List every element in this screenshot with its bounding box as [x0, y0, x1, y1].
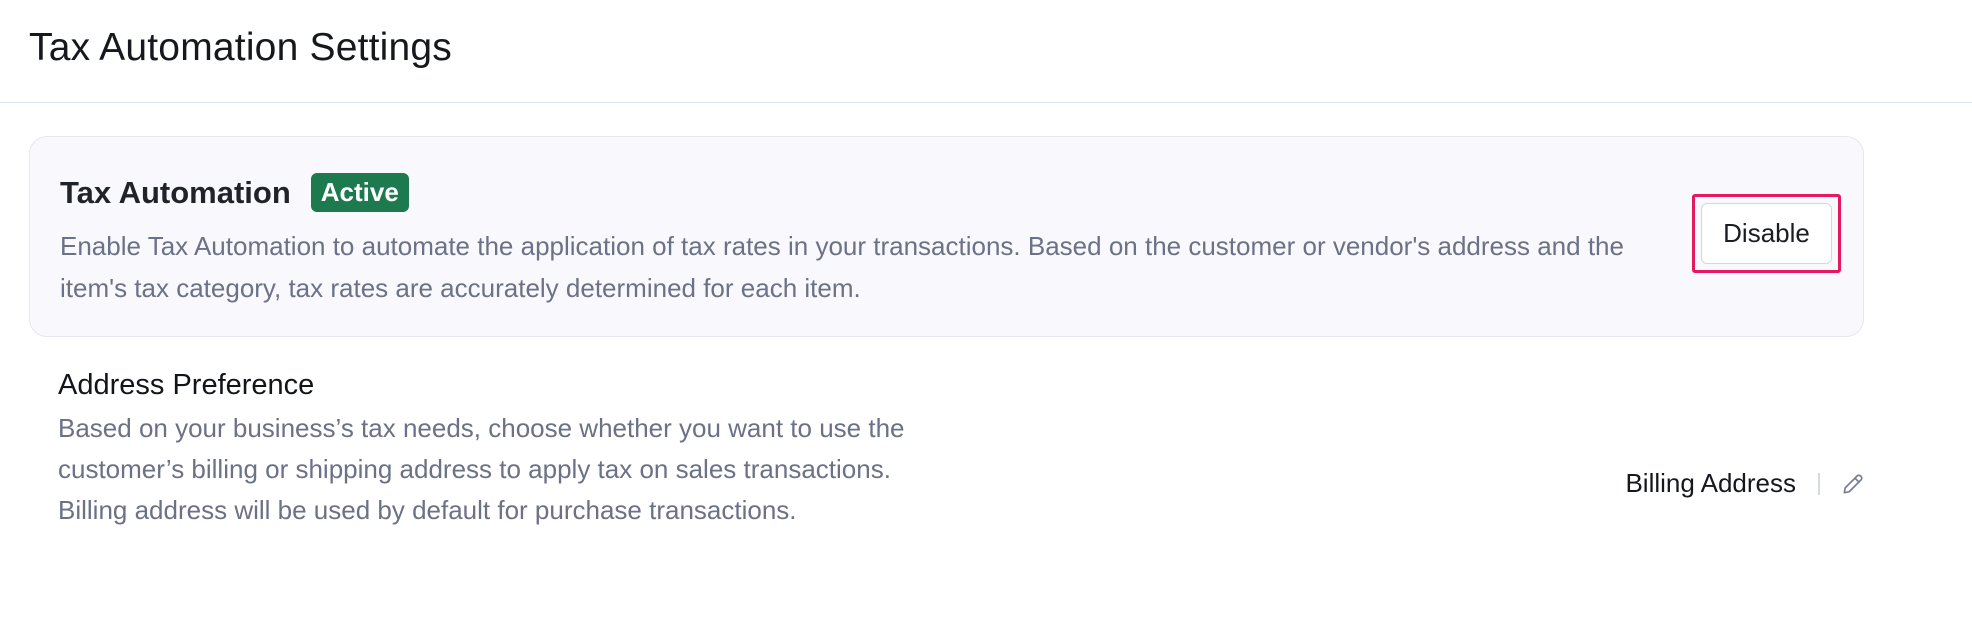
tax-automation-settings-page: Tax Automation Settings Tax Automation A… [0, 0, 1972, 644]
address-preference-description: Based on your business’s tax needs, choo… [58, 413, 905, 525]
pencil-icon[interactable] [1840, 471, 1866, 497]
address-preference-value: Billing Address [1625, 468, 1796, 498]
status-badge: Active [310, 173, 409, 212]
address-preference-title: Address Preference [58, 369, 315, 401]
page-title: Tax Automation Settings [29, 26, 453, 69]
disable-button[interactable]: Disable [1701, 203, 1832, 264]
tax-automation-description: Enable Tax Automation to automate the ap… [60, 231, 1624, 303]
address-preference-section: Address Preference Based on your busines… [58, 369, 948, 531]
address-preference-value-row: Billing Address [1625, 468, 1866, 499]
divider [1818, 472, 1820, 495]
tax-automation-title: Tax Automation [60, 174, 291, 210]
tax-automation-title-row: Tax Automation Active [60, 173, 409, 212]
page-header: Tax Automation Settings [0, 0, 1972, 103]
tax-automation-card: Tax Automation Active Enable Tax Automat… [29, 136, 1864, 337]
disable-button-highlight: Disable [1692, 194, 1841, 273]
